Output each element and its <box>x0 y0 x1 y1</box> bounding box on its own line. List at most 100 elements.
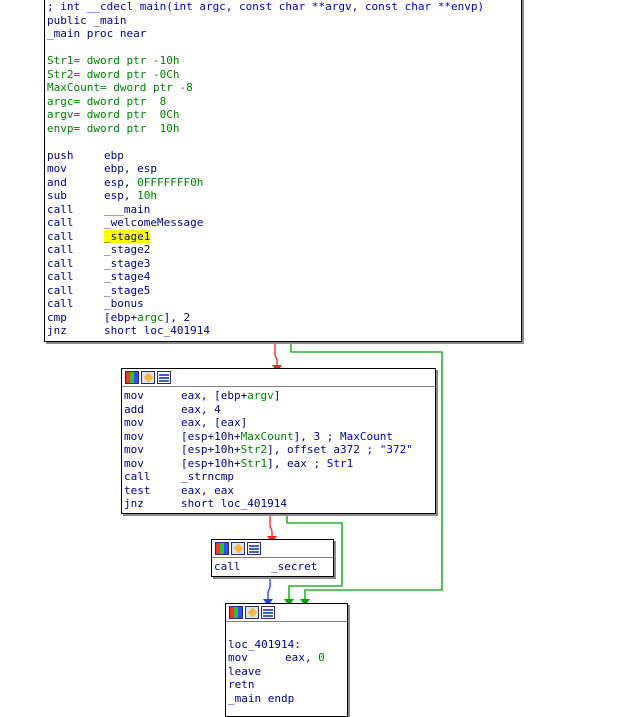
operand-text: ], 3 ; <box>293 429 340 443</box>
code-line[interactable]: add eax, 4 <box>124 403 433 417</box>
code-line[interactable]: loc_401914: <box>228 638 345 652</box>
mnemonic: cmp <box>47 310 67 324</box>
operand-text: Str1 <box>326 456 354 470</box>
secret-block[interactable]: call _secret <box>211 539 334 577</box>
operand-text: ___main <box>104 202 151 216</box>
operand-text: ; "372" <box>366 443 413 456</box>
operand-text: 0FFFFFFF0h <box>137 175 204 189</box>
code-line[interactable]: call _welcomeMessage <box>47 216 519 230</box>
operand-text: _welcomeMessage <box>104 216 204 229</box>
operand-text: loc_401914: <box>228 637 301 651</box>
exit-block[interactable]: loc_401914: mov eax, 0 leave retn _main endp <box>225 603 348 717</box>
code-line[interactable]: call _stage5 <box>47 284 519 298</box>
code-line[interactable]: _main endp <box>228 692 345 706</box>
exit-block-header <box>226 604 347 622</box>
operand-text: argc <box>137 310 164 324</box>
code-line[interactable] <box>47 135 519 149</box>
operand-text: argv <box>247 389 274 402</box>
operand-text: eax, [ebp+ <box>181 389 248 402</box>
code-line[interactable]: call _stage3 <box>47 257 519 271</box>
edit-icon[interactable] <box>245 606 259 619</box>
graph-color-icon[interactable] <box>229 606 243 619</box>
code-line[interactable]: leave <box>228 665 345 679</box>
graph-color-icon[interactable] <box>125 371 139 384</box>
code-line[interactable]: mov [esp+10h+MaxCount], 3 ; MaxCount <box>124 430 433 444</box>
code-line[interactable]: call _strncmp <box>124 470 433 484</box>
code-line[interactable]: mov [esp+10h+Str2], offset a372 ; "372" <box>124 443 433 457</box>
code-line[interactable]: test eax, eax <box>124 484 433 498</box>
operand-text: eax, [eax] <box>181 416 248 429</box>
mnemonic: mov <box>124 429 144 443</box>
code-line[interactable]: call _bonus <box>47 297 519 311</box>
operand-text: MaxCount <box>240 429 294 443</box>
mnemonic: jnz <box>47 324 67 337</box>
code-line[interactable]: mov eax, 0 <box>228 651 345 665</box>
code-line[interactable]: call _stage2 <box>47 243 519 257</box>
operand-text: ], eax ; <box>267 456 327 470</box>
mnemonic: push <box>47 148 74 162</box>
edit-icon[interactable] <box>231 542 245 555</box>
code-line[interactable]: Str1= dword ptr -10h <box>47 54 519 68</box>
secret-block-body: call _secret <box>212 558 333 574</box>
code-line[interactable]: mov eax, [ebp+argv] <box>124 389 433 403</box>
operand-text: short loc_401914 <box>104 324 210 337</box>
code-line[interactable]: MaxCount= dword ptr -8 <box>47 81 519 95</box>
operand-text: _strncmp <box>181 470 234 483</box>
operand-text: ebp, esp <box>104 162 157 175</box>
strncmp-block-header <box>122 369 435 387</box>
code-line[interactable]: sub esp, 10h <box>47 189 519 203</box>
mnemonic: add <box>124 402 144 416</box>
code-line[interactable] <box>228 624 345 638</box>
list-icon[interactable] <box>247 542 261 555</box>
code-line[interactable]: public _main <box>47 14 519 28</box>
code-line[interactable]: argc= dword ptr 8 <box>47 95 519 109</box>
code-line[interactable]: call _stage1 <box>47 229 519 244</box>
operand-text: _stage3 <box>104 256 151 270</box>
list-icon[interactable] <box>261 606 275 619</box>
operand-text: ], 2 <box>163 310 191 324</box>
code-line[interactable]: jnz short loc_401914 <box>47 324 519 338</box>
graph-color-icon[interactable] <box>215 542 229 555</box>
operand-text: 0 <box>318 651 325 664</box>
operand-text: ] <box>273 389 281 402</box>
mnemonic: call <box>47 283 74 297</box>
code-line[interactable]: cmp [ebp+argc], 2 <box>47 311 519 325</box>
main-block[interactable]: ; int __cdecl main(int argc, const char … <box>44 0 522 342</box>
operand-text: _stage2 <box>104 243 151 256</box>
operand-text: public _main <box>47 13 127 27</box>
operand-text: _stage4 <box>104 270 151 283</box>
code-line[interactable]: mov [esp+10h+Str1], eax ; Str1 <box>124 457 433 471</box>
code-line[interactable]: call _stage4 <box>47 270 519 284</box>
code-line[interactable]: jnz short loc_401914 <box>124 497 433 511</box>
operand-text: MaxCount <box>339 429 393 443</box>
code-line[interactable]: mov ebp, esp <box>47 162 519 176</box>
mnemonic: call <box>214 560 241 573</box>
code-line[interactable]: envp= dword ptr 10h <box>47 122 519 136</box>
code-line[interactable]: ; int __cdecl main(int argc, const char … <box>47 0 519 14</box>
operand-text: [esp+10h+ <box>181 443 241 456</box>
operand-text: esp, <box>104 189 138 202</box>
code-line[interactable]: Str2= dword ptr -0Ch <box>47 68 519 82</box>
operand-text: MaxCount= dword ptr -8 <box>47 81 193 94</box>
list-icon[interactable] <box>157 371 171 384</box>
code-line[interactable]: call _secret <box>214 560 331 574</box>
code-line[interactable] <box>47 41 519 55</box>
operand-text: ebp <box>104 148 124 162</box>
operand-text: envp= dword ptr 10h <box>47 121 180 135</box>
code-line[interactable]: retn <box>228 678 345 692</box>
operand-text: retn <box>228 678 255 691</box>
code-line[interactable]: argv= dword ptr 0Ch <box>47 108 519 122</box>
code-line[interactable]: and esp, 0FFFFFFF0h <box>47 176 519 190</box>
operand-text: _main proc near <box>47 27 147 40</box>
code-line[interactable]: call ___main <box>47 203 519 217</box>
code-line[interactable]: _main proc near <box>47 27 519 41</box>
operand-text: [esp+10h+ <box>181 429 241 443</box>
operand-text: _secret <box>271 560 318 573</box>
operand-text: _stage5 <box>104 283 151 297</box>
strncmp-block[interactable]: mov eax, [ebp+argv] add eax, 4 mov eax, [eax]… <box>121 368 436 514</box>
code-line[interactable]: push ebp <box>47 149 519 163</box>
code-line[interactable]: mov eax, [eax] <box>124 416 433 430</box>
mnemonic: and <box>47 175 67 189</box>
operand-text: argv= dword ptr 0Ch <box>47 108 180 121</box>
edit-icon[interactable] <box>141 371 155 384</box>
